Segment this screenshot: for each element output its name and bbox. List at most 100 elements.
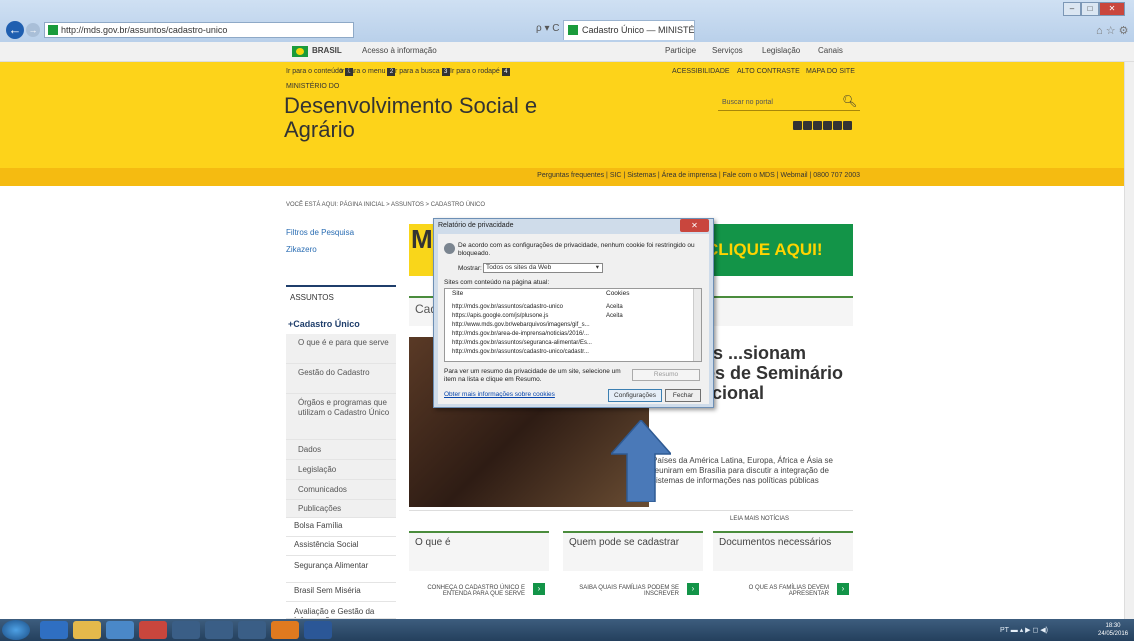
facebook-icon[interactable] — [813, 121, 822, 130]
table-row[interactable]: http://mds.gov.br/assuntos/cadastro-unic… — [452, 349, 589, 355]
show-select[interactable]: Todos os sites da Web ▾ — [483, 263, 603, 273]
tab-favicon-icon — [568, 25, 578, 35]
forward-button[interactable]: → — [26, 23, 40, 37]
mapa-site-link[interactable]: MAPA DO SITE — [806, 68, 855, 75]
table-row[interactable]: http://mds.gov.br/assuntos/cadastro-unic… — [452, 304, 563, 310]
alto-contraste-link[interactable]: ALTO CONTRASTE — [737, 68, 800, 75]
instagram-icon[interactable] — [843, 121, 852, 130]
annotation-arrow-icon — [611, 420, 671, 502]
filtros-pesquisa-link[interactable]: Filtros de Pesquisa — [286, 228, 354, 237]
card-link-documentos[interactable]: O QUE AS FAMÍLIAS DEVEM APRESENTAR › — [713, 583, 853, 597]
table-row[interactable]: http://mds.gov.br/area-de-imprensa/notic… — [452, 331, 589, 337]
banner-cta[interactable]: CLIQUE AQUI! — [706, 240, 822, 260]
start-button[interactable] — [2, 620, 30, 640]
chevron-down-icon: ▾ — [595, 264, 599, 271]
ie-icon[interactable] — [40, 621, 68, 639]
page-scrollbar[interactable] — [1124, 62, 1134, 619]
table-row[interactable]: http://mds.gov.br/assuntos/seguranca-ali… — [452, 340, 592, 346]
resumo-button[interactable]: Resumo — [632, 369, 700, 381]
col-site-header[interactable]: Site — [452, 290, 463, 297]
sidebar-item-brasil-sem-miseria[interactable]: Brasil Sem Miséria — [286, 584, 396, 602]
clock[interactable]: 18:30 24/05/2016 — [1098, 622, 1128, 638]
news-excerpt: Países da América Latina, Europa, África… — [652, 456, 833, 485]
browser-tab[interactable]: Cadastro Único — MINISTÉ... × — [563, 20, 695, 40]
configuracoes-button[interactable]: Configurações — [608, 389, 662, 402]
gov-link-canais[interactable]: Canais — [818, 46, 843, 55]
skip-menu-link[interactable]: Ir para o menu 2 — [340, 68, 397, 76]
header-top-links[interactable]: Perguntas frequentes | SIC | Sistemas | … — [450, 172, 860, 179]
clock-time: 18:30 — [1105, 623, 1121, 629]
card-link-quem-pode[interactable]: SAIBA QUAIS FAMÍLIAS PODEM SE INSCREVER › — [563, 583, 703, 597]
card-quem-pode[interactable]: Quem pode se cadastrar — [563, 531, 703, 571]
explorer-icon[interactable] — [73, 621, 101, 639]
table-scrollbar[interactable] — [693, 289, 701, 361]
gov-link-participe[interactable]: Participe — [665, 46, 696, 55]
card-o-que-e[interactable]: O que é — [409, 531, 549, 571]
card-documentos[interactable]: Documentos necessários — [713, 531, 853, 571]
search-icon[interactable]: 🔍︎ — [842, 94, 857, 108]
sidebar-sub-publicacoes[interactable]: Publicações — [286, 500, 396, 518]
twitter-icon[interactable] — [793, 121, 802, 130]
chrome-icon[interactable] — [139, 621, 167, 639]
table-cell-cookies: Aceita — [606, 313, 623, 319]
brazil-flag-icon — [292, 46, 308, 57]
banner-left-part: M — [409, 224, 433, 276]
read-more-link[interactable]: LEIA MAIS NOTÍCIAS — [730, 516, 789, 522]
privacy-eye-icon — [444, 243, 455, 254]
table-row[interactable]: https://apis.google.com/js/plusone.js — [452, 313, 548, 319]
minimize-button[interactable]: – — [1063, 2, 1081, 16]
sidebar-item-cadastro-unico[interactable]: +Cadastro Único — [286, 315, 396, 333]
gov-link-legislacao[interactable]: Legislação — [762, 46, 800, 55]
back-button[interactable]: ← — [6, 21, 24, 39]
acessibilidade-link[interactable]: ACESSIBILIDADE — [672, 68, 730, 75]
gov-link-servicos[interactable]: Serviços — [712, 46, 743, 55]
app3-icon[interactable] — [238, 621, 266, 639]
zikazero-link[interactable]: Zikazero — [286, 245, 317, 254]
chevron-right-icon: › — [533, 583, 545, 595]
sidebar-sub-orgaos[interactable]: Órgãos e programas que utilizam o Cadast… — [286, 394, 396, 440]
sidebar-item-assistencia[interactable]: Assistência Social — [286, 538, 396, 556]
media-icon[interactable] — [172, 621, 200, 639]
sidebar-item-seguranca[interactable]: Segurança Alimentar — [286, 557, 396, 583]
breadcrumb[interactable]: VOCÊ ESTÁ AQUI: PÁGINA INICIAL > ASSUNTO… — [286, 202, 485, 208]
sidebar-sub-o-que-e[interactable]: O que é e para que serve — [286, 334, 396, 364]
taskbar — [0, 619, 1134, 641]
system-tray[interactable]: PT ▬ ▴ ▶ ◻ ◀) — [1000, 626, 1048, 634]
brasil-link[interactable]: BRASIL — [312, 46, 342, 55]
site-favicon-icon — [48, 25, 58, 35]
sites-label: Sites com conteúdo na página atual: — [444, 279, 550, 286]
sidebar-sub-dados[interactable]: Dados — [286, 440, 396, 460]
table-cell-cookies: Aceita — [606, 304, 623, 310]
app-icon[interactable] — [106, 621, 134, 639]
acesso-informacao-link[interactable]: Acesso à informação — [362, 46, 437, 55]
soundcloud-icon[interactable] — [833, 121, 842, 130]
skip-footer-link[interactable]: Ir para o rodapé 4 — [450, 68, 512, 76]
table-row[interactable]: http://www.mds.gov.br/webarquivos/imagen… — [452, 322, 590, 328]
close-window-button[interactable]: ✕ — [1099, 2, 1125, 16]
word-icon[interactable] — [304, 621, 332, 639]
chevron-right-icon: › — [837, 583, 849, 595]
sidebar-sub-gestao[interactable]: Gestão do Cadastro — [286, 364, 396, 394]
firefox-icon[interactable] — [271, 621, 299, 639]
flickr-icon[interactable] — [823, 121, 832, 130]
col-cookies-header[interactable]: Cookies — [606, 290, 629, 297]
address-bar[interactable]: http://mds.gov.br/assuntos/cadastro-unic… — [44, 22, 354, 38]
sidebar-sub-comunicados[interactable]: Comunicados — [286, 480, 396, 500]
tab-title: Cadastro Único — MINISTÉ... — [582, 25, 695, 35]
search-input[interactable]: Buscar no portal — [718, 95, 860, 111]
browser-tool-icons[interactable]: ⌂ ☆ ⚙ — [1096, 24, 1128, 37]
app2-icon[interactable] — [205, 621, 233, 639]
maximize-button[interactable]: □ — [1081, 2, 1099, 16]
card-link-o-que-e[interactable]: CONHEÇA O CADASTRO ÚNICO E ENTENDA PARA … — [409, 583, 549, 597]
skip-search-link[interactable]: Ir para a busca 3 — [393, 68, 452, 76]
card-link-text: SAIBA QUAIS FAMÍLIAS PODEM SE INSCREVER — [579, 585, 679, 597]
fechar-button[interactable]: Fechar — [665, 389, 701, 402]
sidebar-item-avaliacao[interactable]: Avaliação e Gestão da Informação — [286, 603, 396, 619]
sidebar-sub-legislacao[interactable]: Legislação — [286, 460, 396, 480]
more-info-link[interactable]: Obter mais informações sobre cookies — [444, 391, 555, 398]
youtube-icon[interactable] — [803, 121, 812, 130]
address-tools[interactable]: ρ ▾ C — [536, 23, 560, 34]
dialog-close-icon[interactable]: ✕ — [680, 219, 709, 232]
site-title[interactable]: Desenvolvimento Social e Agrário — [284, 94, 604, 142]
sidebar-item-bolsa-familia[interactable]: Bolsa Família — [286, 519, 396, 537]
